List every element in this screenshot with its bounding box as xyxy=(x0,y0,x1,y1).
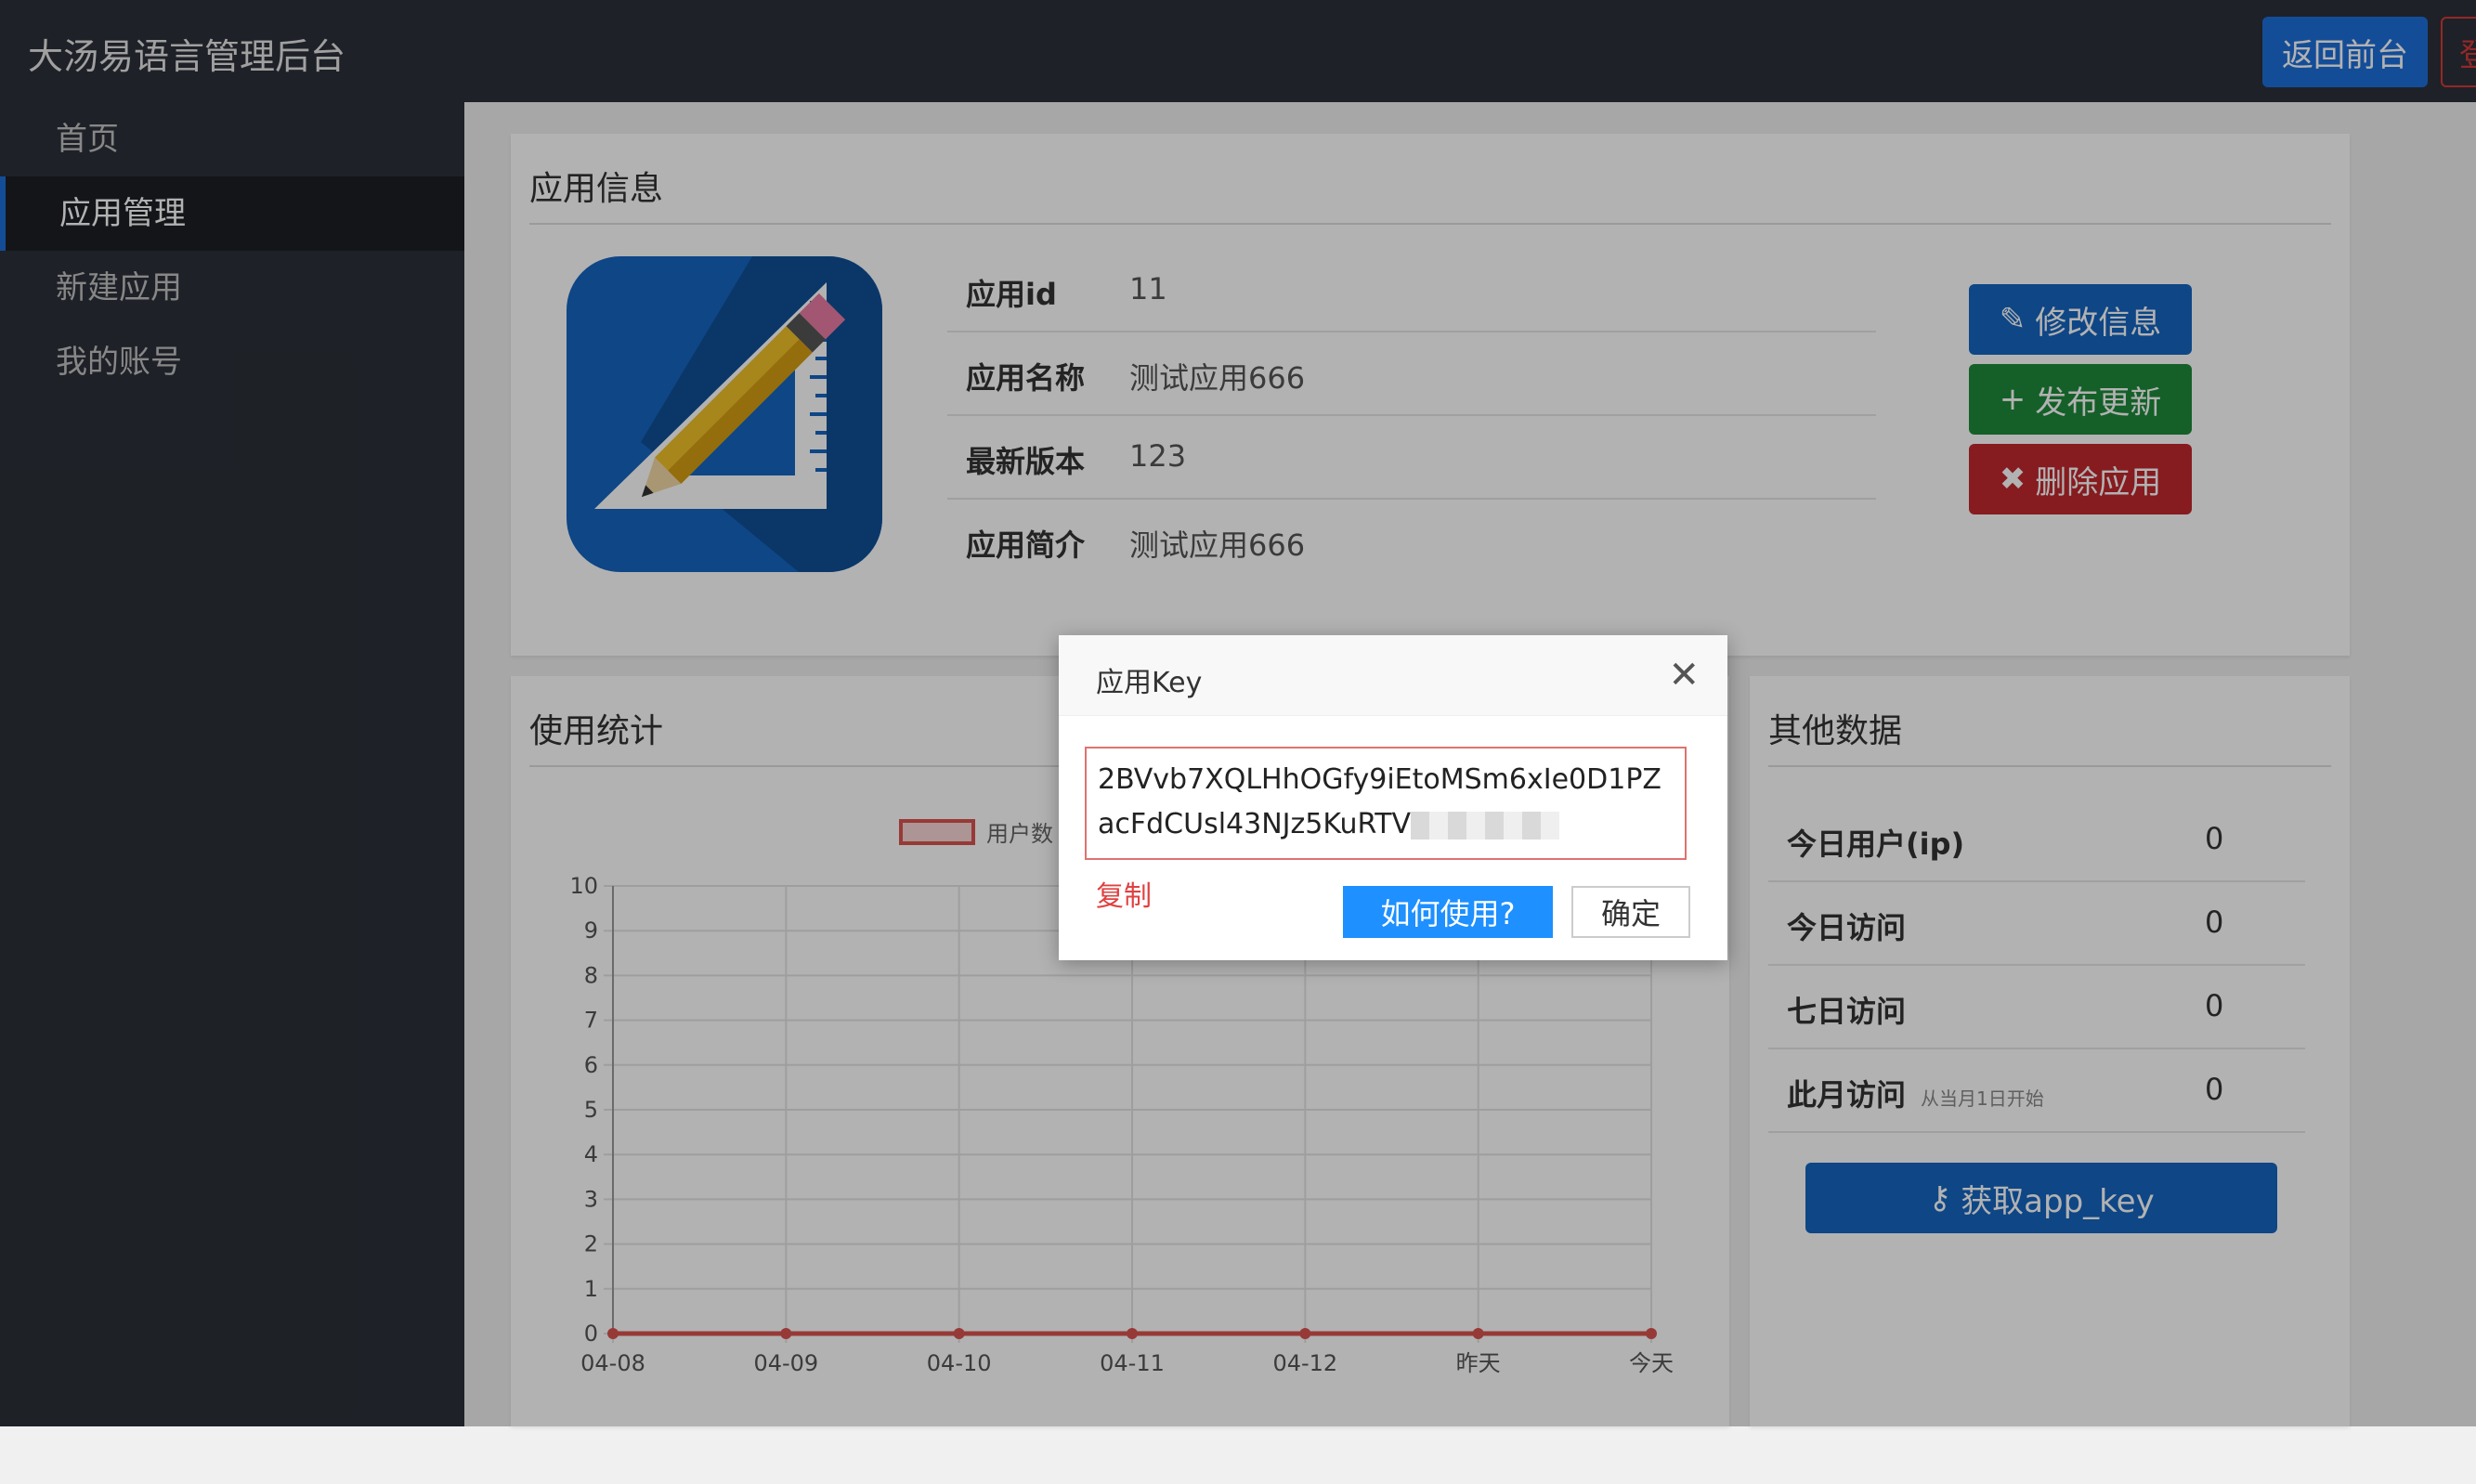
app-key-textbox[interactable]: 2BVvb7XQLHhOGfy9iEtoMSm6xIe0D1PZacFdCUsl… xyxy=(1085,747,1687,860)
app-key-modal: 应用Key ✕ 2BVvb7XQLHhOGfy9iEtoMSm6xIe0D1PZ… xyxy=(1059,635,1727,960)
modal-header: 应用Key ✕ xyxy=(1059,635,1727,716)
how-to-use-button[interactable]: 如何使用? xyxy=(1343,886,1553,938)
confirm-button[interactable]: 确定 xyxy=(1571,886,1690,938)
modal-title: 应用Key xyxy=(1096,667,1203,699)
app-key-text: 2BVvb7XQLHhOGfy9iEtoMSm6xIe0D1PZacFdCUsl… xyxy=(1098,763,1662,840)
copy-link[interactable]: 复制 xyxy=(1096,873,1152,914)
close-icon[interactable]: ✕ xyxy=(1668,654,1700,696)
redacted-key-portion xyxy=(1411,811,1560,840)
